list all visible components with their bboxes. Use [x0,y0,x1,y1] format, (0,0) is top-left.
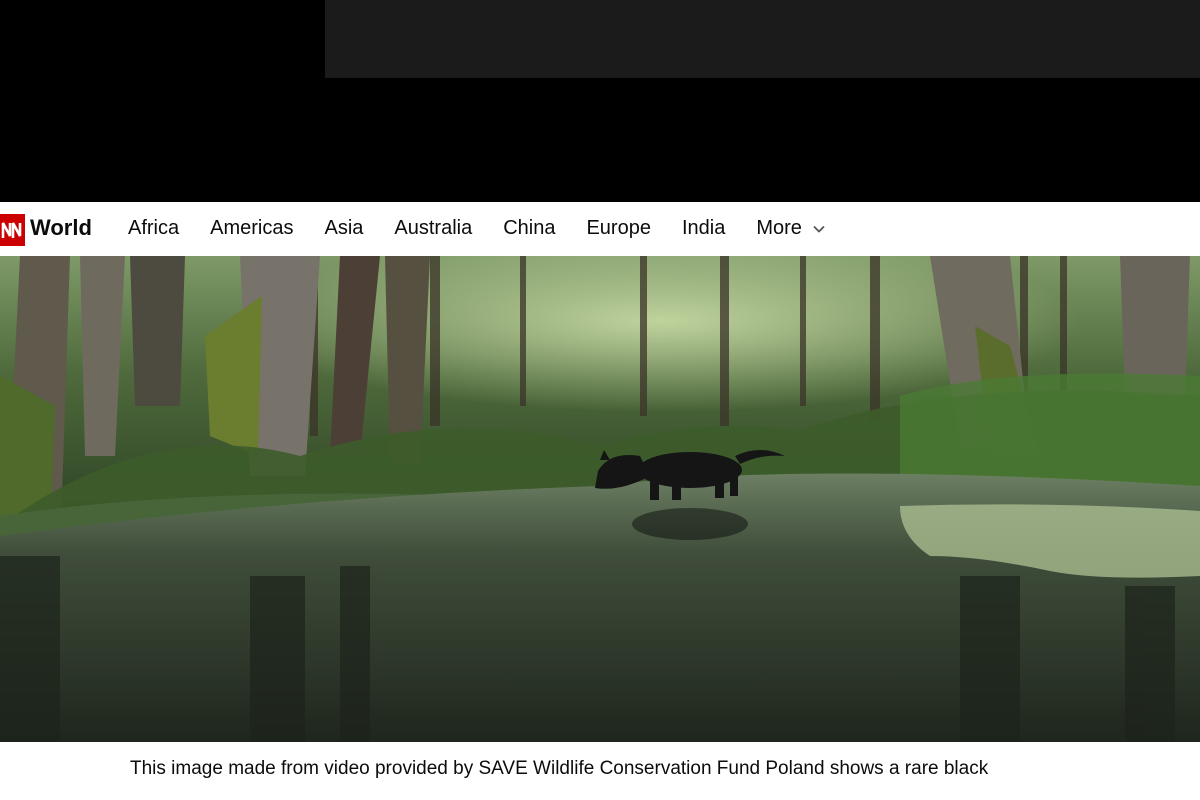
caption-text: This image made from video provided by S… [130,758,989,779]
nav-item-europe[interactable]: Europe [586,217,651,240]
nav-item-africa[interactable]: Africa [128,217,179,240]
nav-links: Africa Americas Asia Australia China Eur… [128,217,857,240]
photo-caption: This image made from video provided by S… [0,742,1200,800]
nav-item-americas[interactable]: Americas [210,217,293,240]
nav-more-button[interactable]: More [756,217,826,240]
cnn-logo-icon[interactable] [0,214,25,246]
nav-item-australia[interactable]: Australia [394,217,472,240]
nav-item-india[interactable]: India [682,217,725,240]
article-photo [0,256,1200,742]
chevron-down-icon [813,225,825,233]
wolf-photo-illustration [0,256,1200,742]
section-title[interactable]: World [30,215,92,241]
top-dark-panel [325,0,1200,78]
nav-item-asia[interactable]: Asia [324,217,363,240]
more-label: More [756,217,802,239]
site-header: World Africa Americas Asia Australia Chi… [0,202,1200,257]
nav-item-china[interactable]: China [503,217,555,240]
